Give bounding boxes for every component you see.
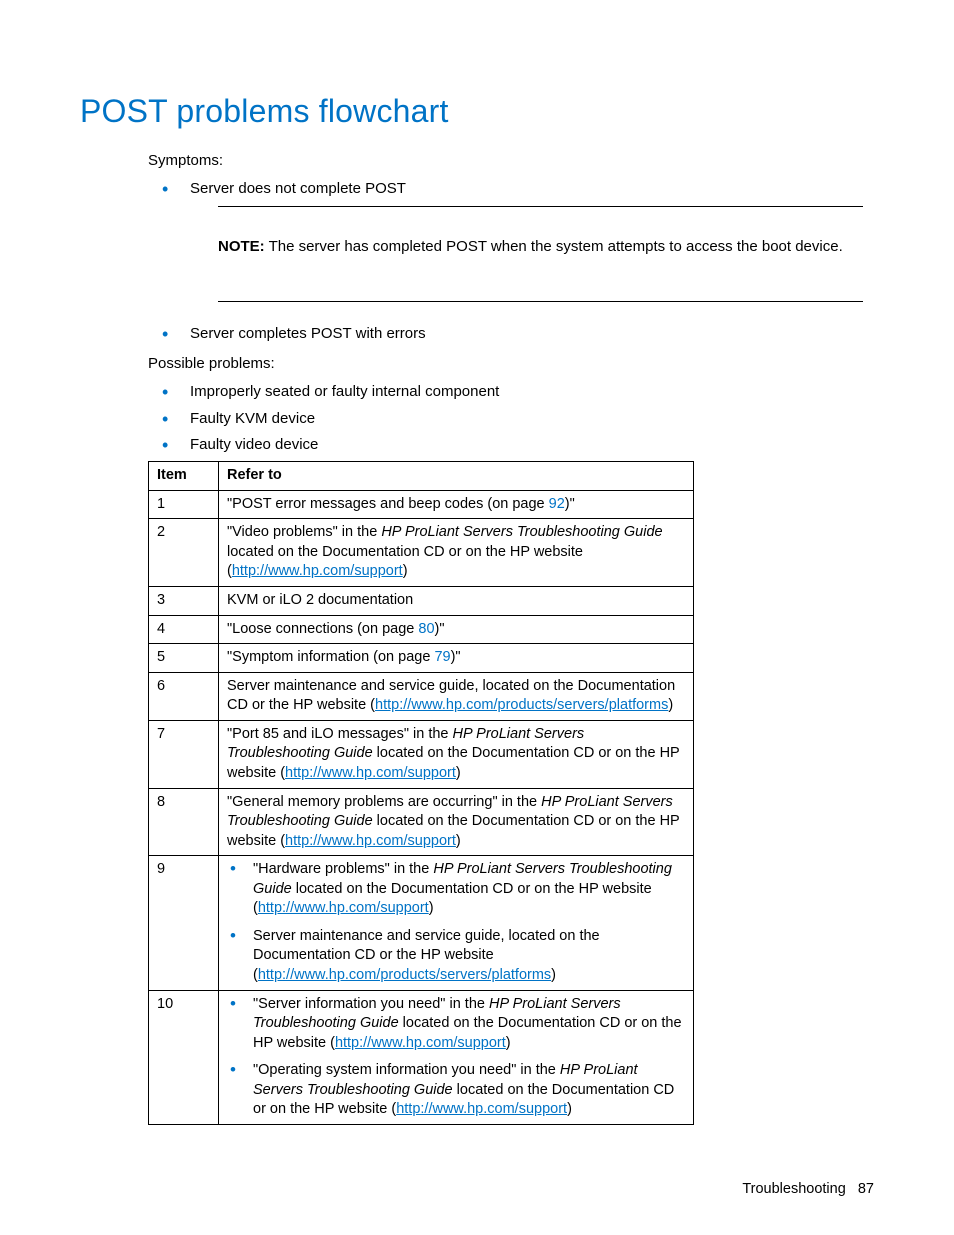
note-label: NOTE: [218,238,265,255]
cell-item: 2 [149,519,219,587]
list-item: Faulty video device [148,435,874,455]
cell-refer: "Server information you need" in the HP … [219,990,694,1124]
page-footer: Troubleshooting 87 [742,1180,874,1200]
cell-item: 1 [149,490,219,519]
italic-title: HP ProLiant Servers Troubleshooting Guid… [253,1062,638,1098]
body-content: Symptoms: Server does not complete POST … [148,151,874,1125]
cell-item: 5 [149,644,219,673]
page-reference[interactable]: 92 [549,496,565,512]
table-row: 9"Hardware problems" in the HP ProLiant … [149,856,694,990]
page: POST problems flowchart Symptoms: Server… [0,0,954,1230]
cell-item: 8 [149,788,219,856]
note-text: NOTE: The server has completed POST when… [218,225,863,279]
cell-refer: "Loose connections (on page 80)" [219,615,694,644]
italic-title: HP ProLiant Servers Troubleshooting Guid… [381,524,662,540]
list-item: "Operating system information you need" … [227,1061,685,1120]
table-row: 7"Port 85 and iLO messages" in the HP Pr… [149,720,694,788]
note-block: NOTE: The server has completed POST when… [218,217,863,287]
cell-refer: "Hardware problems" in the HP ProLiant S… [219,856,694,990]
symptoms-list-2: Server completes POST with errors [148,324,874,344]
hyperlink[interactable]: http://www.hp.com/support [232,563,403,579]
note-body: The server has completed POST when the s… [265,238,843,255]
hyperlink[interactable]: http://www.hp.com/support [285,765,456,781]
italic-title: HP ProLiant Servers Troubleshooting Guid… [253,861,672,897]
italic-title: HP ProLiant Servers Troubleshooting Guid… [253,996,621,1032]
possible-list: Improperly seated or faulty internal com… [148,382,874,455]
cell-refer: "General memory problems are occurring" … [219,788,694,856]
table-row: 5"Symptom information (on page 79)" [149,644,694,673]
table-row: 6Server maintenance and service guide, l… [149,672,694,720]
table-row: 1"POST error messages and beep codes (on… [149,490,694,519]
cell-item: 9 [149,856,219,990]
th-item: Item [149,462,219,491]
table-row: 8"General memory problems are occurring"… [149,788,694,856]
cell-item: 4 [149,615,219,644]
list-item: Server completes POST with errors [148,324,874,344]
page-reference[interactable]: 80 [418,621,434,637]
symptoms-list: Server does not complete POST [148,179,874,199]
page-reference[interactable]: 79 [434,649,450,665]
footer-section: Troubleshooting [742,1181,845,1197]
hyperlink[interactable]: http://www.hp.com/support [258,900,429,916]
cell-refer: Server maintenance and service guide, lo… [219,672,694,720]
cell-item: 7 [149,720,219,788]
cell-item: 3 [149,587,219,616]
reference-table: Item Refer to 1"POST error messages and … [148,461,694,1125]
page-title: POST problems flowchart [80,90,874,133]
symptoms-label: Symptoms: [148,151,874,171]
list-item: Server maintenance and service guide, lo… [227,927,685,986]
hyperlink[interactable]: http://www.hp.com/support [335,1035,506,1051]
list-item: Server does not complete POST [148,179,874,199]
hyperlink[interactable]: http://www.hp.com/products/servers/platf… [375,697,668,713]
list-item: Improperly seated or faulty internal com… [148,382,874,402]
cell-item: 6 [149,672,219,720]
cell-bullet-list: "Hardware problems" in the HP ProLiant S… [227,860,685,985]
cell-bullet-list: "Server information you need" in the HP … [227,995,685,1120]
list-item: "Server information you need" in the HP … [227,995,685,1054]
note-bottom-rule [218,301,863,302]
cell-item: 10 [149,990,219,1124]
italic-title: HP ProLiant Servers Troubleshooting Guid… [227,794,673,830]
th-refer: Refer to [219,462,694,491]
cell-refer: "POST error messages and beep codes (on … [219,490,694,519]
cell-refer: "Port 85 and iLO messages" in the HP Pro… [219,720,694,788]
italic-title: HP ProLiant Servers Troubleshooting Guid… [227,726,584,762]
list-item: Faulty KVM device [148,409,874,429]
table-header-row: Item Refer to [149,462,694,491]
cell-refer: "Symptom information (on page 79)" [219,644,694,673]
table-row: 4"Loose connections (on page 80)" [149,615,694,644]
possible-label: Possible problems: [148,354,874,374]
footer-page: 87 [858,1181,874,1197]
cell-refer: KVM or iLO 2 documentation [219,587,694,616]
list-item: "Hardware problems" in the HP ProLiant S… [227,860,685,919]
cell-refer: "Video problems" in the HP ProLiant Serv… [219,519,694,587]
table-row: 10"Server information you need" in the H… [149,990,694,1124]
hyperlink[interactable]: http://www.hp.com/support [285,833,456,849]
note-top-rule [218,206,863,207]
hyperlink[interactable]: http://www.hp.com/support [396,1101,567,1117]
table-row: 3KVM or iLO 2 documentation [149,587,694,616]
table-row: 2"Video problems" in the HP ProLiant Ser… [149,519,694,587]
hyperlink[interactable]: http://www.hp.com/products/servers/platf… [258,967,551,983]
